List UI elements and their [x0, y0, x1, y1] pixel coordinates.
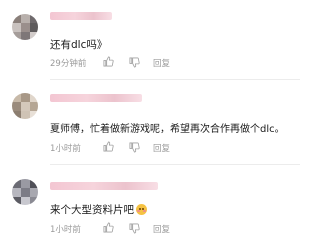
reply-button[interactable]: 回复 [153, 142, 170, 154]
avatar[interactable] [12, 14, 38, 40]
blush-emoji-icon [136, 204, 147, 215]
comment-time: 29分钟前 [50, 59, 87, 69]
reply-button[interactable]: 回复 [153, 223, 170, 235]
comment-text: 夏师傅，忙着做新游戏呢，希望再次合作再做个dlc。 [50, 124, 285, 135]
comment-time: 1小时前 [50, 144, 81, 154]
comment-time: 1小时前 [50, 225, 81, 235]
thumbs-up-icon[interactable] [103, 56, 114, 67]
comment-text-row: 来个大型资料片吧 [50, 203, 147, 217]
avatar[interactable] [12, 179, 38, 205]
username-blurred[interactable] [50, 12, 112, 20]
thumbs-up-icon[interactable] [103, 222, 114, 233]
username-blurred[interactable] [50, 182, 158, 190]
username-blurred[interactable] [50, 94, 142, 102]
avatar[interactable] [12, 93, 38, 119]
reply-button[interactable]: 回复 [153, 57, 170, 69]
thumbs-down-icon[interactable] [129, 223, 140, 234]
thumbs-down-icon[interactable] [129, 142, 140, 153]
thumbs-up-icon[interactable] [103, 141, 114, 152]
comment-text: 来个大型资料片吧 [50, 204, 134, 216]
comment-item: 夏师傅，忙着做新游戏呢，希望再次合作再做个dlc。 1小时前 回复 [0, 80, 300, 165]
comment-text: 还有dlc吗》 [50, 39, 108, 51]
comment-item: 来个大型资料片吧 1小时前 回复 [0, 165, 300, 251]
thumbs-down-icon[interactable] [129, 57, 140, 68]
comment-item: 还有dlc吗》 29分钟前 回复 [0, 0, 300, 80]
